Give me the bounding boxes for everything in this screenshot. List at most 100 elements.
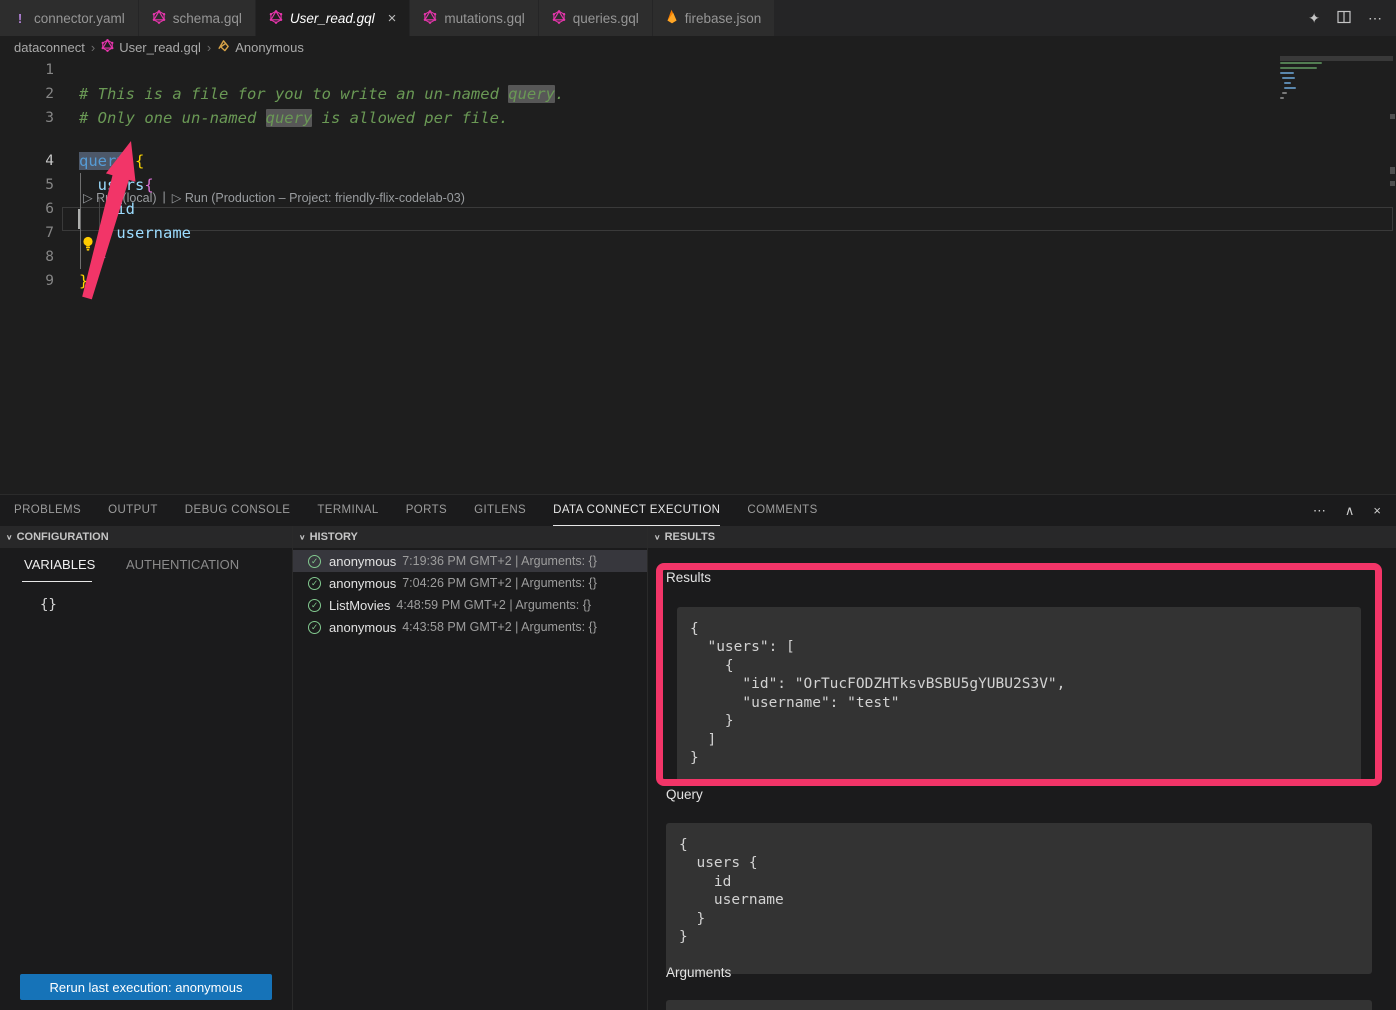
editor-tab-bar: ! connector.yaml schema.gql User_read.gq… bbox=[0, 0, 1396, 36]
highlighted-word: query bbox=[266, 109, 313, 127]
tab-connector-yaml[interactable]: ! connector.yaml bbox=[0, 0, 138, 36]
breadcrumb-dataconnect[interactable]: dataconnect bbox=[14, 40, 85, 55]
tab-label: firebase.json bbox=[685, 11, 762, 26]
line-number: 5 bbox=[0, 173, 54, 197]
overview-ruler-mark bbox=[1390, 181, 1395, 186]
breadcrumb: dataconnect › User_read.gql › Anonymous bbox=[0, 36, 1396, 58]
code-line-5: users{ bbox=[79, 173, 154, 197]
history-section-header[interactable]: ∨ HISTORY bbox=[293, 526, 647, 548]
breadcrumb-symbol-anonymous[interactable]: Anonymous bbox=[217, 39, 304, 55]
arguments-label: Arguments bbox=[666, 965, 731, 980]
column-divider bbox=[647, 526, 648, 1010]
minimap[interactable] bbox=[1280, 58, 1336, 138]
line-number: 6 bbox=[0, 197, 54, 221]
authentication-tab[interactable]: AUTHENTICATION bbox=[126, 557, 239, 572]
tab-label: mutations.gql bbox=[444, 11, 524, 26]
overview-ruler-mark bbox=[1390, 167, 1395, 174]
indent-guide bbox=[80, 173, 81, 269]
selected-keyword: query bbox=[79, 152, 126, 170]
code-editor[interactable]: 1 2 # This is a file for you to write an… bbox=[0, 58, 1396, 494]
tab-label: User_read.gql bbox=[290, 11, 375, 26]
pass-check-icon: ✓ bbox=[308, 599, 321, 612]
code-line-7: username bbox=[79, 221, 191, 245]
panel-tab-terminal[interactable]: TERMINAL bbox=[317, 495, 378, 526]
tab-label: connector.yaml bbox=[34, 11, 125, 26]
panel-tab-problems[interactable]: PROBLEMS bbox=[14, 495, 81, 526]
tab-queries-gql[interactable]: queries.gql bbox=[539, 0, 652, 36]
query-output[interactable]: { users { id username } } bbox=[666, 823, 1372, 974]
query-label: Query bbox=[666, 787, 703, 802]
line-number: 9 bbox=[0, 269, 54, 293]
graphql-icon bbox=[152, 10, 166, 27]
tab-firebase-json[interactable]: firebase.json bbox=[653, 0, 775, 36]
bottom-panel: PROBLEMS OUTPUT DEBUG CONSOLE TERMINAL P… bbox=[0, 494, 1396, 1010]
split-editor-icon[interactable] bbox=[1337, 10, 1351, 27]
panel-tab-bar: PROBLEMS OUTPUT DEBUG CONSOLE TERMINAL P… bbox=[0, 495, 1396, 526]
arguments-output[interactable]: {} bbox=[666, 1000, 1372, 1010]
code-line-4: query { bbox=[79, 149, 144, 173]
operation-symbol-icon bbox=[217, 39, 230, 55]
tab-user-read-gql[interactable]: User_read.gql × bbox=[256, 0, 410, 36]
configuration-section-header[interactable]: ∨ CONFIGURATION bbox=[0, 526, 292, 548]
line-number: 7 bbox=[0, 221, 54, 245]
line-number: 2 bbox=[0, 82, 54, 106]
line-number: 1 bbox=[0, 58, 54, 82]
variables-tab[interactable]: VARIABLES bbox=[24, 557, 95, 572]
results-section-header[interactable]: ∨ RESULTS bbox=[648, 526, 1396, 548]
chevron-right-icon: › bbox=[207, 40, 211, 55]
more-actions-icon[interactable]: ⋯ bbox=[1313, 503, 1326, 519]
panel-tab-debug-console[interactable]: DEBUG CONSOLE bbox=[185, 495, 291, 526]
code-line-2: # This is a file for you to write an un-… bbox=[79, 82, 564, 106]
maximize-panel-icon[interactable]: ∧ bbox=[1345, 503, 1355, 519]
panel-tab-data-connect-execution[interactable]: DATA CONNECT EXECUTION bbox=[553, 495, 720, 526]
results-label: Results bbox=[666, 570, 711, 585]
graphql-icon bbox=[269, 10, 283, 27]
line-number: 8 bbox=[0, 245, 54, 269]
history-row[interactable]: ✓ anonymous 4:43:58 PM GMT+2 | Arguments… bbox=[293, 616, 647, 638]
panel-tab-ports[interactable]: PORTS bbox=[406, 495, 447, 526]
close-panel-icon[interactable]: × bbox=[1373, 503, 1381, 519]
variables-tab-underline bbox=[22, 581, 92, 582]
pass-check-icon: ✓ bbox=[308, 577, 321, 590]
rerun-last-execution-button[interactable]: Rerun last execution: anonymous bbox=[20, 974, 272, 1000]
tab-label: schema.gql bbox=[173, 11, 242, 26]
panel-actions: ⋯ ∧ × bbox=[1313, 503, 1396, 519]
graphql-icon bbox=[552, 10, 566, 27]
panel-tab-output[interactable]: OUTPUT bbox=[108, 495, 158, 526]
chevron-down-icon: ∨ bbox=[654, 533, 661, 542]
close-tab-icon[interactable]: × bbox=[388, 11, 397, 26]
line-number: 4 bbox=[0, 149, 54, 173]
indent-guide bbox=[99, 197, 100, 245]
tab-bar-actions: ✦ ⋯ bbox=[1308, 0, 1396, 36]
code-line-8: } bbox=[79, 245, 107, 269]
history-row[interactable]: ✓ ListMovies 4:48:59 PM GMT+2 | Argument… bbox=[293, 594, 647, 616]
graphql-icon bbox=[423, 10, 437, 27]
history-row[interactable]: ✓ anonymous 7:04:26 PM GMT+2 | Arguments… bbox=[293, 572, 647, 594]
overview-ruler-mark bbox=[1390, 114, 1395, 119]
chevron-down-icon: ∨ bbox=[6, 533, 13, 542]
tab-mutations-gql[interactable]: mutations.gql bbox=[410, 0, 537, 36]
tab-schema-gql[interactable]: schema.gql bbox=[139, 0, 255, 36]
results-json-output[interactable]: { "users": [ { "id": "OrTucFODZHTksvBSBU… bbox=[677, 607, 1361, 784]
code-line-9: } bbox=[79, 269, 88, 293]
code-line-6: id bbox=[79, 197, 135, 221]
line-number: 3 bbox=[0, 106, 54, 130]
tab-label: queries.gql bbox=[573, 11, 639, 26]
history-row[interactable]: ✓ anonymous 7:19:36 PM GMT+2 | Arguments… bbox=[293, 550, 647, 572]
highlighted-word: query bbox=[508, 85, 555, 103]
breadcrumb-file[interactable]: User_read.gql bbox=[101, 39, 201, 55]
firebase-icon bbox=[666, 9, 678, 27]
pass-check-icon: ✓ bbox=[308, 555, 321, 568]
variables-value[interactable]: {} bbox=[40, 597, 57, 613]
chevron-right-icon: › bbox=[91, 40, 95, 55]
more-actions-icon[interactable]: ⋯ bbox=[1368, 10, 1382, 27]
yaml-warning-icon: ! bbox=[13, 11, 27, 26]
panel-tab-comments[interactable]: COMMENTS bbox=[747, 495, 817, 526]
code-line-3: # Only one un-named query is allowed per… bbox=[79, 106, 508, 130]
pass-check-icon: ✓ bbox=[308, 621, 321, 634]
copilot-sparkle-icon[interactable]: ✦ bbox=[1308, 10, 1320, 27]
chevron-down-icon: ∨ bbox=[299, 533, 306, 542]
panel-tab-gitlens[interactable]: GITLENS bbox=[474, 495, 526, 526]
history-list: ✓ anonymous 7:19:36 PM GMT+2 | Arguments… bbox=[293, 550, 647, 638]
graphql-icon bbox=[101, 39, 114, 55]
